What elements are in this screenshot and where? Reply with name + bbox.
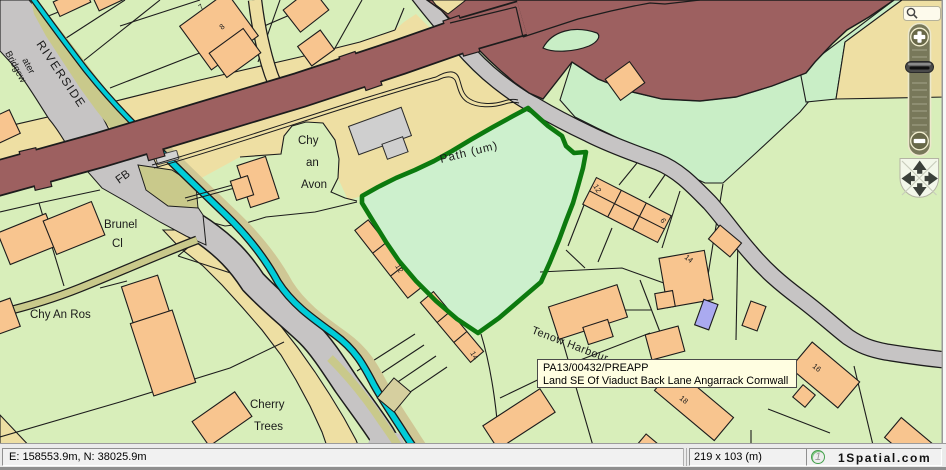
svg-text:Chy An Ros: Chy An Ros	[30, 309, 91, 321]
svg-text:an: an	[306, 157, 319, 169]
svg-text:Land SE Of Viaduct Back Lane A: Land SE Of Viaduct Back Lane Angarrack C…	[543, 375, 788, 387]
svg-text:Chy: Chy	[298, 135, 319, 147]
svg-text:Cl: Cl	[112, 238, 123, 250]
svg-text:Cherry: Cherry	[250, 399, 285, 411]
svg-text:Brunel: Brunel	[104, 219, 137, 231]
svg-text:PA13/00432/PREAPP: PA13/00432/PREAPP	[543, 362, 648, 374]
svg-text:Avon: Avon	[301, 179, 327, 191]
svg-text:Trees: Trees	[254, 421, 283, 433]
